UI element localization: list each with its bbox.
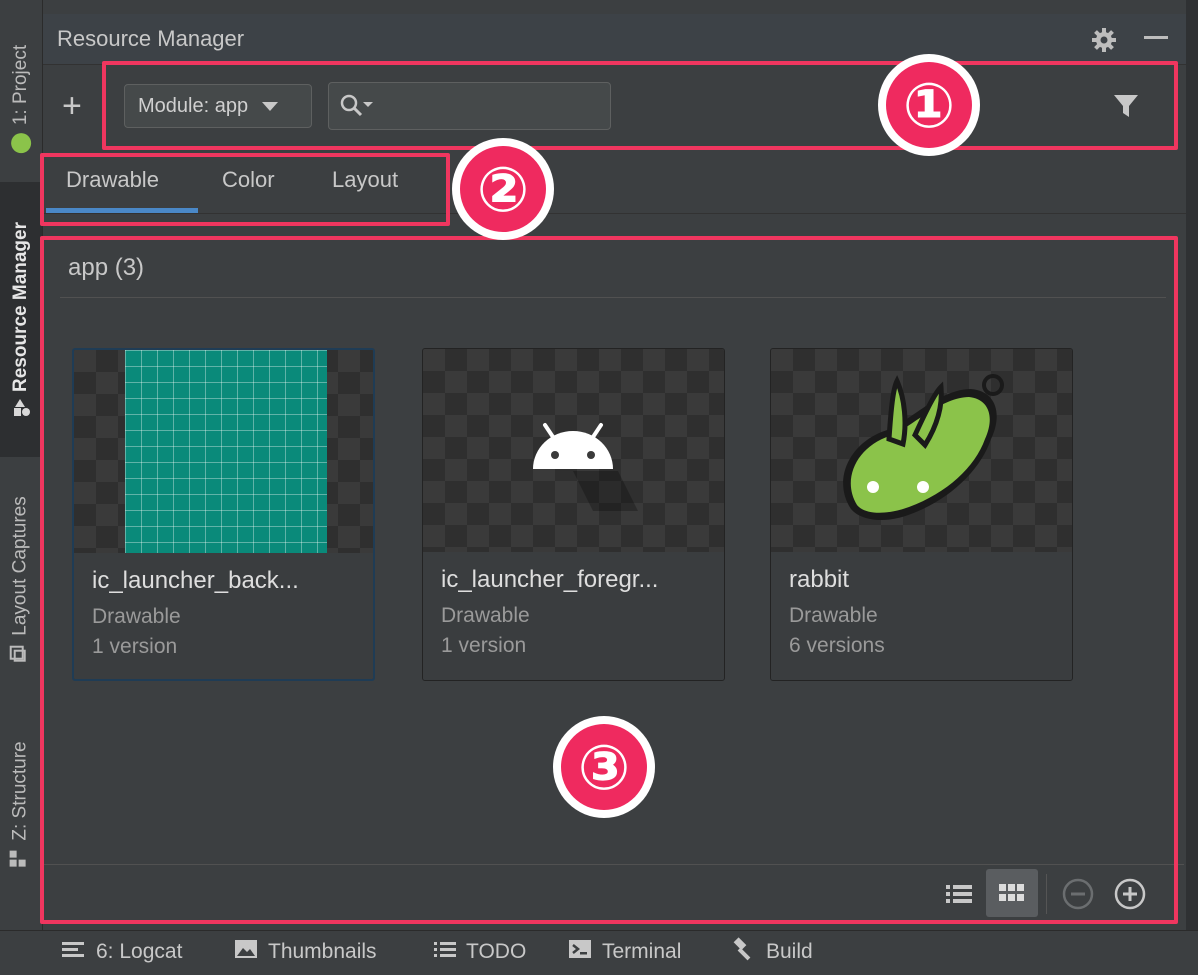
editor-edge bbox=[1186, 0, 1198, 930]
bottom-tab-label: 6: Logcat bbox=[96, 940, 183, 963]
bottom-tab-logcat[interactable]: 6: Logcat bbox=[62, 932, 182, 972]
hammer-icon bbox=[732, 937, 756, 967]
layout-captures-icon bbox=[8, 644, 34, 664]
annotation-box-toolbar bbox=[102, 61, 1178, 150]
sidebar-tab-label: Resource Manager bbox=[10, 221, 32, 392]
sidebar-tab-layout-captures[interactable]: Layout Captures bbox=[0, 470, 42, 690]
logcat-icon bbox=[62, 940, 86, 964]
todo-icon bbox=[434, 940, 456, 964]
add-resource-button[interactable]: + bbox=[62, 86, 82, 126]
sidebar-tab-structure[interactable]: Z: Structure bbox=[0, 720, 42, 890]
minimize-icon[interactable] bbox=[1144, 36, 1168, 39]
resource-manager-icon bbox=[12, 398, 31, 418]
bottom-tab-label: Build bbox=[766, 940, 813, 963]
badge-number: ① bbox=[886, 62, 972, 148]
thumbnails-icon bbox=[234, 939, 258, 965]
bottom-tab-build[interactable]: Build bbox=[732, 932, 813, 972]
bottom-tab-label: TODO bbox=[466, 940, 527, 963]
annotation-badge-2: ② bbox=[452, 138, 554, 240]
gear-icon[interactable] bbox=[1090, 26, 1118, 59]
badge-number: ② bbox=[460, 146, 546, 232]
annotation-box-content bbox=[40, 236, 1178, 924]
sidebar-tab-label: 1: Project bbox=[10, 44, 32, 126]
android-icon bbox=[11, 133, 32, 154]
bottom-tab-label: Terminal bbox=[602, 940, 682, 963]
annotation-badge-1: ① bbox=[878, 54, 980, 156]
structure-icon bbox=[8, 849, 34, 869]
bottom-tab-terminal[interactable]: Terminal bbox=[568, 932, 681, 972]
bottom-tab-label: Thumbnails bbox=[268, 940, 377, 963]
sidebar-tab-resource-manager[interactable]: Resource Manager bbox=[0, 182, 42, 457]
annotation-badge-3: ③ bbox=[553, 716, 655, 818]
badge-number: ③ bbox=[561, 724, 647, 810]
annotation-box-tabs bbox=[40, 153, 450, 226]
panel-title: Resource Manager bbox=[57, 26, 245, 51]
sidebar-tab-project[interactable]: 1: Project bbox=[0, 24, 42, 174]
terminal-icon bbox=[568, 939, 592, 965]
sidebar-tab-label: Layout Captures bbox=[10, 496, 32, 636]
bottom-tab-todo[interactable]: TODO bbox=[434, 932, 526, 972]
sidebar-tab-label: Z: Structure bbox=[10, 741, 31, 841]
bottom-tab-thumbnails[interactable]: Thumbnails bbox=[234, 932, 377, 972]
